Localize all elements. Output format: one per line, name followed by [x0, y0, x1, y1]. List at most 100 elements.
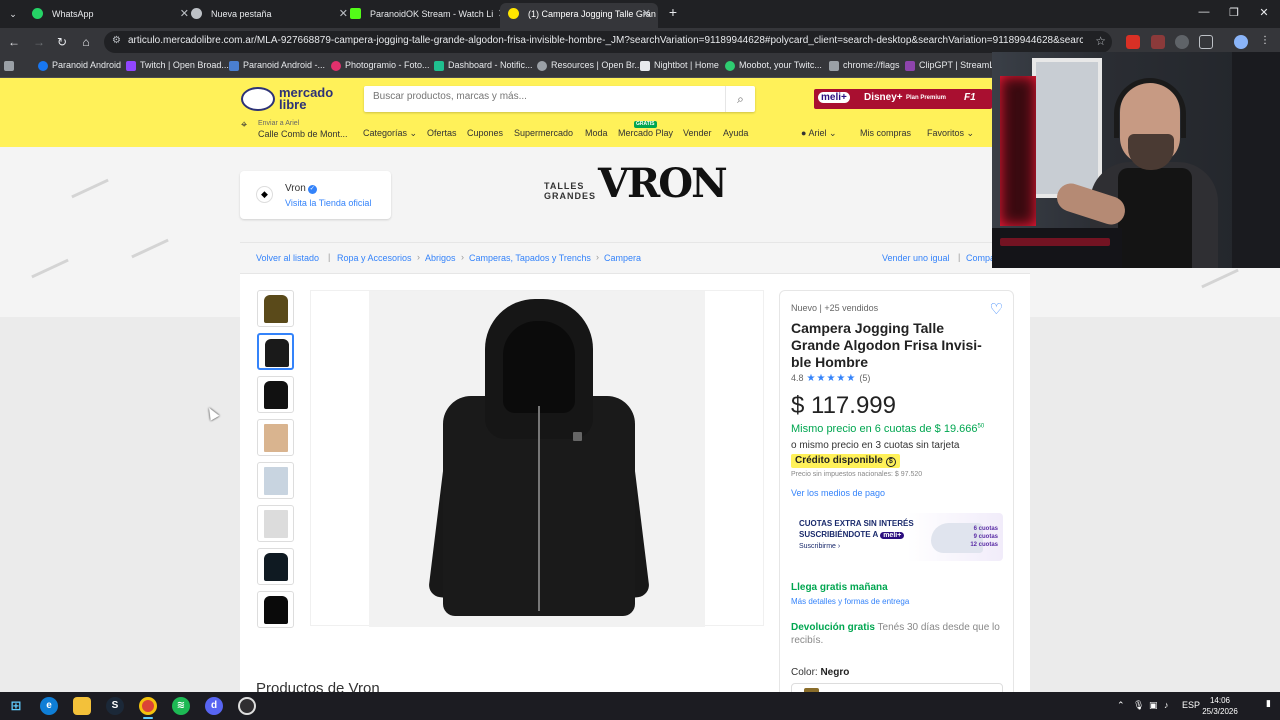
bookmark-item[interactable]: Resources | Open Br... — [537, 60, 642, 71]
favoritos-link[interactable]: Favoritos ⌄ — [927, 128, 974, 139]
forward-icon[interactable]: → — [31, 34, 47, 50]
breadcrumb-item[interactable]: Ropa y Accesorios — [337, 253, 412, 263]
product-thumbnail[interactable] — [257, 505, 294, 542]
nav-cupones[interactable]: Cupones — [467, 128, 503, 138]
product-thumbnail-selected[interactable] — [257, 333, 294, 370]
obs-icon[interactable] — [238, 697, 256, 715]
tab-new[interactable]: Nueva pestaña ✕ — [183, 3, 355, 28]
steam-icon[interactable]: S — [106, 697, 124, 715]
buy-box: Nuevo | +25 vendidos ♡ Campera Jogging T… — [779, 290, 1014, 692]
tab-kick-stream[interactable]: ParanoidOK Stream - Watch Li ✕ — [342, 3, 514, 28]
tab-title: Nueva pestaña — [211, 9, 272, 19]
whatsapp-icon — [32, 8, 43, 19]
gratis-badge: GRATIS — [634, 121, 657, 128]
extension-icon[interactable] — [1175, 35, 1189, 49]
windows-start-icon[interactable]: ⊞ — [7, 697, 25, 715]
shipping-details-link[interactable]: Más detalles y formas de entrega — [791, 597, 909, 606]
user-name: Ariel ⌄ — [808, 128, 837, 138]
breadcrumb-item[interactable]: Abrigos — [425, 253, 456, 263]
nav-moda[interactable]: Moda — [585, 128, 608, 138]
breadcrumb-item[interactable]: Camperas, Tapados y Trenchs — [469, 253, 591, 263]
address-bar[interactable]: ⚙ articulo.mercadolibre.com.ar/MLA-92766… — [104, 31, 1112, 53]
nav-supermercado[interactable]: Supermercado — [514, 128, 573, 138]
bookmark-item[interactable]: chrome://flags — [829, 60, 900, 71]
bookmark-item[interactable]: Photogramio - Foto... — [331, 60, 430, 71]
mercadolibre-icon — [508, 8, 519, 19]
tab-mercadolibre[interactable]: (1) Campera Jogging Talle Gran ✕ — [500, 3, 658, 28]
bookmark-star-icon[interactable]: ☆ — [1095, 34, 1106, 48]
favorite-heart-icon[interactable]: ♡ — [990, 300, 1003, 318]
tray-overflow-icon[interactable]: ⌃ — [1117, 700, 1125, 711]
mercadolibre-logo[interactable]: mercado libre — [241, 86, 341, 114]
credit-available-badge[interactable]: Crédito disponible $ — [791, 454, 900, 468]
close-window-icon[interactable]: ✕ — [1254, 6, 1274, 19]
site-info-icon[interactable]: ⚙ — [112, 35, 121, 46]
discord-icon[interactable]: d — [205, 697, 223, 715]
bookmark-item[interactable]: Paranoid Android — [38, 60, 121, 71]
language-indicator[interactable]: ESP — [1182, 700, 1200, 710]
product-thumbnail[interactable] — [257, 290, 294, 327]
close-icon[interactable]: ✕ — [642, 3, 651, 25]
promo-banner[interactable]: meli+ Disney+ Plan Premium F1 — [814, 89, 992, 109]
browser-menu-icon[interactable]: ⋮ — [1258, 35, 1272, 49]
bookmark-item[interactable]: Nightbot | Home — [640, 60, 719, 71]
tab-search-menu[interactable]: ⌄ — [4, 5, 22, 23]
payment-methods-link[interactable]: Ver los medios de pago — [791, 488, 885, 498]
visit-store-link[interactable]: Visita la Tienda oficial — [285, 198, 371, 208]
reload-icon[interactable]: ↻ — [54, 34, 70, 50]
volume-icon[interactable]: ♪ — [1164, 700, 1169, 710]
nav-vender[interactable]: Vender — [683, 128, 712, 138]
tab-whatsapp[interactable]: WhatsApp ✕ — [24, 3, 196, 28]
review-count: (5) — [859, 373, 871, 383]
product-thumbnail[interactable] — [257, 591, 294, 628]
extensions-puzzle-icon[interactable] — [1199, 35, 1213, 49]
back-icon[interactable]: ← — [6, 34, 22, 50]
nav-categorias[interactable]: Categorías ⌄ — [363, 128, 417, 139]
search-input[interactable] — [373, 91, 713, 102]
back-to-list-link[interactable]: Volver al listado — [256, 253, 319, 263]
webcam-overlay — [992, 52, 1280, 268]
notifications-icon[interactable]: ▮ — [1266, 698, 1271, 709]
search-icon[interactable]: ⌕ — [725, 86, 755, 112]
nav-ofertas[interactable]: Ofertas — [427, 128, 457, 138]
product-thumbnail[interactable] — [257, 548, 294, 585]
breadcrumb-item[interactable]: Campera — [604, 253, 641, 263]
network-icon[interactable]: ▣ — [1149, 700, 1158, 711]
product-content: Nuevo | +25 vendidos ♡ Campera Jogging T… — [240, 274, 1030, 692]
nav-mercado-play[interactable]: Mercado Play — [618, 128, 673, 138]
bookmark-item[interactable]: Moobot, your Twitc... — [725, 60, 822, 71]
rating[interactable]: 4.8 ★★★★★ (5) — [791, 373, 870, 384]
spotify-icon[interactable]: ≋ — [172, 697, 190, 715]
nav-ayuda[interactable]: Ayuda — [723, 128, 748, 138]
meli-plus-promo[interactable]: CUOTAS EXTRA SIN INTERÉS SUSCRIBIÉNDOTE … — [791, 513, 1003, 561]
store-card[interactable]: ◆ Vron ✓ Visita la Tienda oficial — [240, 171, 391, 219]
chrome-icon[interactable] — [139, 697, 157, 715]
twitch-icon — [126, 61, 136, 71]
promo-cuotas: 6 cuotas 9 cuotas 12 cuotas — [970, 526, 998, 548]
restore-icon[interactable]: ❐ — [1224, 6, 1244, 19]
breadcrumb-separator: | — [328, 252, 331, 262]
product-main-image[interactable] — [310, 290, 764, 627]
product-thumbnail[interactable] — [257, 419, 294, 456]
bookmark-item[interactable]: Dashboard - Notific... — [434, 60, 533, 71]
system-clock[interactable]: 14:06 25/3/2026 — [1200, 695, 1240, 717]
edge-icon[interactable]: e — [40, 697, 58, 715]
color-swatch[interactable] — [791, 683, 1003, 692]
kick-icon — [350, 8, 361, 19]
bookmark-item[interactable]: Paranoid Android -... — [229, 60, 325, 71]
new-tab-button[interactable]: + — [664, 4, 682, 20]
bookmark-item[interactable]: Twitch | Open Broad... — [126, 60, 229, 71]
mis-compras-link[interactable]: Mis compras — [860, 128, 911, 138]
home-icon[interactable]: ⌂ — [78, 34, 94, 50]
user-menu[interactable]: ● Ariel ⌄ — [801, 128, 837, 139]
subscribe-link[interactable]: Suscribirme › — [799, 543, 840, 550]
product-thumbnail[interactable] — [257, 462, 294, 499]
extension-icon[interactable] — [1126, 35, 1140, 49]
product-thumbnail[interactable] — [257, 376, 294, 413]
extension-icon[interactable] — [1151, 35, 1165, 49]
file-explorer-icon[interactable] — [73, 697, 91, 715]
sell-similar-link[interactable]: Vender uno igual — [882, 253, 950, 263]
microphone-icon[interactable]: 🎙 — [1133, 700, 1144, 711]
minimize-icon[interactable]: — — [1194, 6, 1214, 18]
profile-avatar[interactable] — [1234, 35, 1248, 49]
